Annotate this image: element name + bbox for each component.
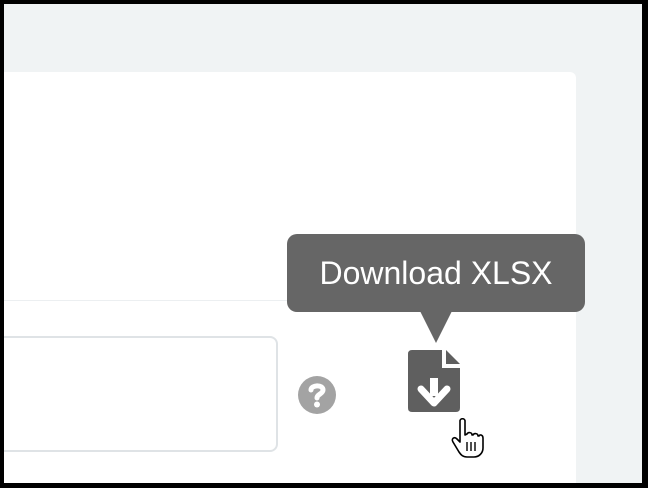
tooltip-arrow: [420, 311, 452, 343]
download-xlsx-button[interactable]: [408, 350, 460, 412]
download-tooltip: Download XLSX: [287, 234, 585, 312]
file-download-icon: [408, 350, 460, 412]
screen-frame: Download XLSX: [4, 4, 642, 483]
question-mark-glyph: [308, 383, 326, 408]
tooltip-label: Download XLSX: [319, 254, 553, 291]
text-input-field[interactable]: [4, 336, 278, 452]
hand-pointer-icon: [450, 417, 484, 458]
question-circle-icon[interactable]: [298, 376, 336, 414]
